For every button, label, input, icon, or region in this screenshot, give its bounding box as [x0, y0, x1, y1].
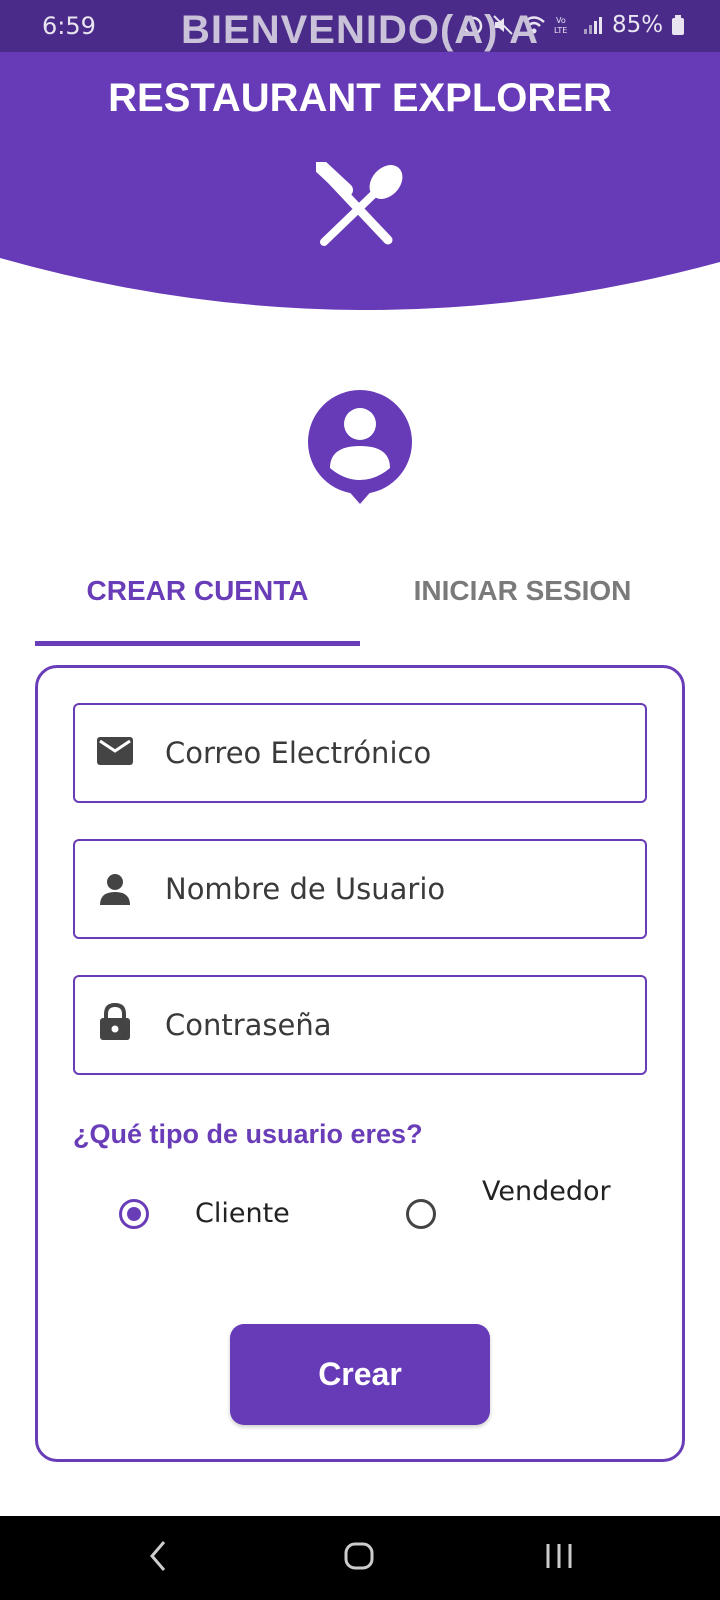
person-icon — [100, 874, 130, 905]
home-icon[interactable] — [343, 1538, 375, 1574]
email-field[interactable]: Correo Electrónico — [73, 703, 647, 803]
username-placeholder: Nombre de Usuario — [165, 872, 446, 906]
radio-cliente-label[interactable]: Cliente — [195, 1192, 290, 1236]
user-type-question: ¿Qué tipo de usuario eres? — [73, 1119, 423, 1149]
radio-vendedor-label[interactable]: Vendedor — [482, 1170, 612, 1214]
back-icon[interactable] — [146, 1538, 170, 1574]
user-location-icon — [308, 390, 412, 504]
radio-vendedor[interactable] — [406, 1199, 436, 1229]
tab-login[interactable]: INICIAR SESION — [360, 575, 685, 635]
lock-icon — [100, 1003, 130, 1040]
password-field[interactable]: Contraseña — [73, 975, 647, 1075]
active-tab-indicator — [35, 641, 360, 646]
email-placeholder: Correo Electrónico — [165, 736, 432, 770]
welcome-title: BIENVENIDO(A) A — [181, 8, 539, 52]
radio-cliente[interactable] — [119, 1199, 149, 1229]
radio-selected-dot — [127, 1207, 141, 1221]
navigation-bar — [0, 1516, 720, 1600]
app-title: RESTAURANT EXPLORER — [108, 76, 612, 120]
fork-spoon-icon — [316, 162, 403, 246]
create-button[interactable]: Crear — [230, 1324, 490, 1425]
username-field[interactable]: Nombre de Usuario — [73, 839, 647, 939]
email-icon — [97, 737, 133, 765]
recent-apps-icon[interactable] — [544, 1538, 574, 1574]
password-placeholder: Contraseña — [165, 1008, 332, 1042]
tab-create-account[interactable]: CREAR CUENTA — [35, 575, 360, 635]
